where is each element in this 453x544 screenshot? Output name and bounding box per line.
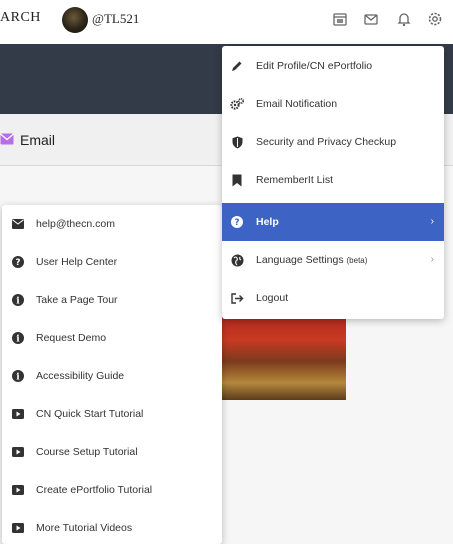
help-item-page-tour[interactable]: i Take a Page Tour bbox=[2, 281, 222, 319]
video-icon bbox=[11, 521, 25, 535]
help-item-quick-start-tutorial[interactable]: CN Quick Start Tutorial bbox=[2, 395, 222, 433]
course-thumbnail-image[interactable] bbox=[222, 314, 346, 400]
shield-icon bbox=[230, 135, 244, 149]
menu-item-rememberit-list[interactable]: RememberIt List bbox=[222, 161, 444, 199]
menu-item-label: Edit Profile/CN ePortfolio bbox=[256, 60, 373, 72]
help-item-label: CN Quick Start Tutorial bbox=[36, 408, 144, 420]
help-item-label: More Tutorial Videos bbox=[36, 522, 133, 534]
chevron-right-icon: › bbox=[430, 216, 434, 227]
help-item-label: Create ePortfolio Tutorial bbox=[36, 484, 153, 496]
search-label[interactable]: ARCH bbox=[0, 10, 41, 26]
gear-icon[interactable] bbox=[426, 10, 444, 28]
menu-item-security-privacy[interactable]: Security and Privacy Checkup bbox=[222, 123, 444, 161]
svg-text:?: ? bbox=[234, 218, 239, 228]
help-item-label: Take a Page Tour bbox=[36, 294, 118, 306]
pencil-icon bbox=[230, 59, 244, 73]
help-item-label: Request Demo bbox=[36, 332, 107, 344]
info-circle-icon: i bbox=[11, 369, 25, 383]
help-item-request-demo[interactable]: i Request Demo bbox=[2, 319, 222, 357]
menu-item-logout[interactable]: Logout bbox=[222, 279, 444, 317]
email-envelope-icon bbox=[0, 132, 14, 148]
settings-dropdown: Edit Profile/CN ePortfolio Email Notific… bbox=[222, 46, 444, 319]
chevron-right-icon: › bbox=[430, 254, 434, 265]
menu-item-label: Language Settings (beta) bbox=[256, 254, 368, 266]
username[interactable]: @TL521 bbox=[92, 11, 139, 27]
help-item-more-tutorial-videos[interactable]: More Tutorial Videos bbox=[2, 509, 222, 544]
help-item-eportfolio-tutorial[interactable]: Create ePortfolio Tutorial bbox=[2, 471, 222, 509]
bell-icon[interactable] bbox=[395, 10, 413, 28]
help-item-label: help@thecn.com bbox=[36, 218, 115, 230]
top-bar: ARCH @TL521 bbox=[0, 0, 453, 44]
help-submenu: help@thecn.com ? User Help Center i Take… bbox=[2, 205, 222, 544]
calendar-icon[interactable] bbox=[331, 10, 349, 28]
menu-item-label: Logout bbox=[256, 292, 289, 304]
help-item-email[interactable]: help@thecn.com bbox=[2, 205, 222, 243]
svg-text:i: i bbox=[16, 334, 20, 344]
menu-item-edit-profile[interactable]: Edit Profile/CN ePortfolio bbox=[222, 47, 444, 85]
help-item-accessibility-guide[interactable]: i Accessibility Guide bbox=[2, 357, 222, 395]
menu-item-email-notification[interactable]: Email Notification bbox=[222, 85, 444, 123]
menu-item-help[interactable]: ? Help › bbox=[222, 203, 444, 241]
menu-item-label: Email Notification bbox=[256, 98, 338, 110]
menu-item-label: Security and Privacy Checkup bbox=[256, 136, 397, 148]
video-icon bbox=[11, 445, 25, 459]
globe-icon bbox=[230, 253, 244, 267]
info-circle-icon: i bbox=[11, 293, 25, 307]
svg-text:i: i bbox=[16, 296, 20, 306]
menu-item-label: Help bbox=[256, 216, 279, 228]
beta-suffix: (beta) bbox=[346, 256, 368, 265]
help-item-label: Course Setup Tutorial bbox=[36, 446, 138, 458]
logout-icon bbox=[230, 291, 244, 305]
info-circle-icon: i bbox=[11, 331, 25, 345]
menu-item-language-settings[interactable]: Language Settings (beta) › bbox=[222, 241, 444, 279]
help-item-label: Accessibility Guide bbox=[36, 370, 125, 382]
video-icon bbox=[11, 483, 25, 497]
user-avatar[interactable] bbox=[62, 7, 88, 33]
svg-text:?: ? bbox=[15, 258, 20, 268]
question-circle-icon: ? bbox=[11, 255, 25, 269]
tab-email-label: Email bbox=[20, 132, 56, 148]
help-item-user-help-center[interactable]: ? User Help Center bbox=[2, 243, 222, 281]
question-circle-icon: ? bbox=[230, 215, 244, 229]
svg-text:i: i bbox=[16, 372, 20, 382]
menu-item-label: RememberIt List bbox=[256, 174, 334, 186]
video-icon bbox=[11, 407, 25, 421]
mail-icon[interactable] bbox=[362, 10, 380, 28]
help-item-label: User Help Center bbox=[36, 256, 118, 268]
bookmark-icon bbox=[230, 173, 244, 187]
help-item-course-setup-tutorial[interactable]: Course Setup Tutorial bbox=[2, 433, 222, 471]
gears-icon bbox=[230, 97, 244, 111]
envelope-icon bbox=[11, 217, 25, 231]
tab-email[interactable]: Email bbox=[0, 126, 55, 154]
